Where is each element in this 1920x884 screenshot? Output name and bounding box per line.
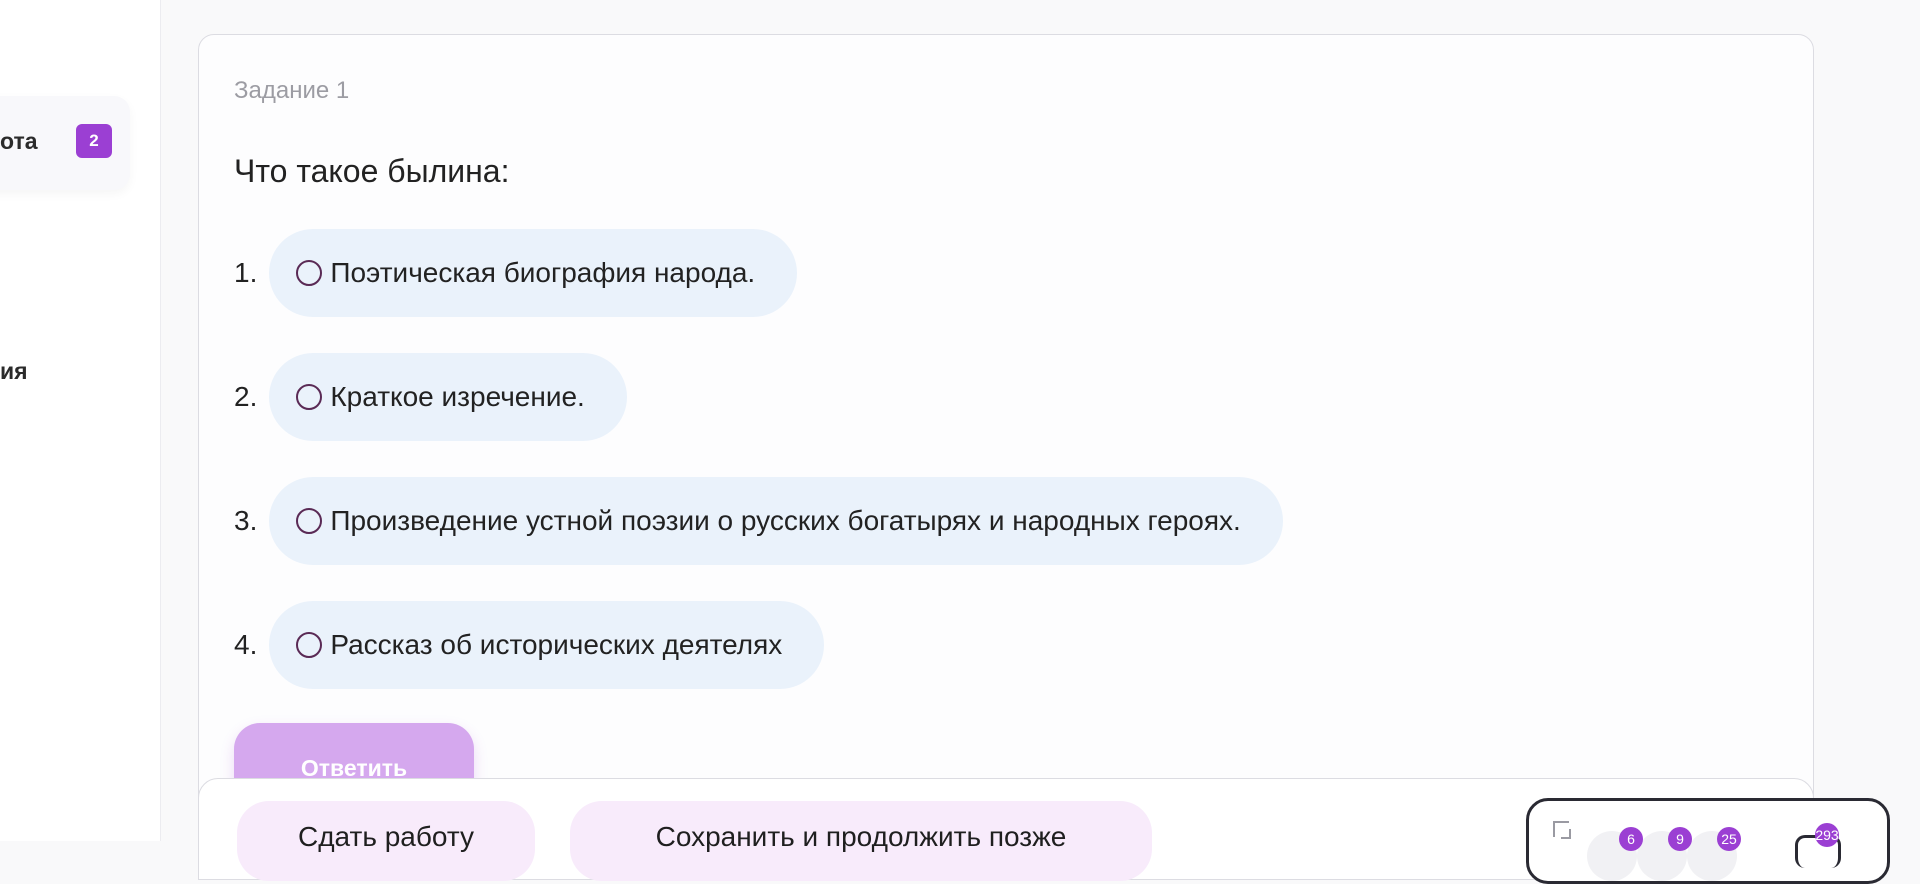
option-number: 4. [234, 629, 258, 660]
sidebar-item-active[interactable]: ота 2 [0, 96, 130, 190]
option-row: 2. Краткое изречение. [234, 353, 627, 441]
option-row: 1. Поэтическая биография народа. [234, 229, 798, 317]
expand-icon[interactable] [1553, 821, 1571, 839]
sidebar-count-badge: 2 [76, 124, 112, 158]
radio-icon[interactable] [296, 260, 323, 286]
option-text: Краткое изречение. [330, 381, 585, 412]
submit-work-button[interactable]: Сдать работу [237, 801, 535, 881]
sidebar-item-label: ота [0, 128, 38, 154]
option-3-button[interactable]: Произведение устной поэзии о русских бог… [269, 477, 1283, 565]
radio-icon[interactable] [296, 384, 323, 410]
option-number: 3. [234, 505, 258, 536]
count-badge: 25 [1717, 827, 1741, 851]
save-continue-later-button[interactable]: Сохранить и продолжить позже [570, 801, 1152, 881]
option-text: Поэтическая биография народа. [330, 257, 756, 288]
count-badge: 293 [1815, 823, 1839, 847]
radio-icon[interactable] [296, 508, 323, 534]
option-row: 3. Произведение устной поэзии о русских … [234, 477, 1283, 565]
option-row: 4. Рассказ об исторических деятелях [234, 601, 825, 689]
count-badge: 6 [1619, 827, 1643, 851]
task-label: Задание 1 [234, 77, 350, 104]
radio-icon[interactable] [296, 632, 323, 658]
floating-widget[interactable]: 6 9 25 293 [1526, 798, 1890, 884]
option-2-button[interactable]: Краткое изречение. [269, 353, 627, 441]
option-1-button[interactable]: Поэтическая биография народа. [269, 229, 798, 317]
option-number: 2. [234, 381, 258, 412]
sidebar-item-2[interactable]: ия [0, 358, 28, 385]
option-text: Рассказ об исторических деятелях [330, 629, 783, 660]
count-badge: 9 [1668, 827, 1692, 851]
task-card: Задание 1 Что такое былина: 1. Поэтическ… [198, 34, 1814, 866]
question-text: Что такое былина: [234, 153, 510, 189]
option-text: Произведение устной поэзии о русских бог… [330, 505, 1241, 536]
option-number: 1. [234, 257, 258, 288]
option-4-button[interactable]: Рассказ об исторических деятелях [269, 601, 825, 689]
sidebar: ота 2 ия [0, 0, 161, 841]
